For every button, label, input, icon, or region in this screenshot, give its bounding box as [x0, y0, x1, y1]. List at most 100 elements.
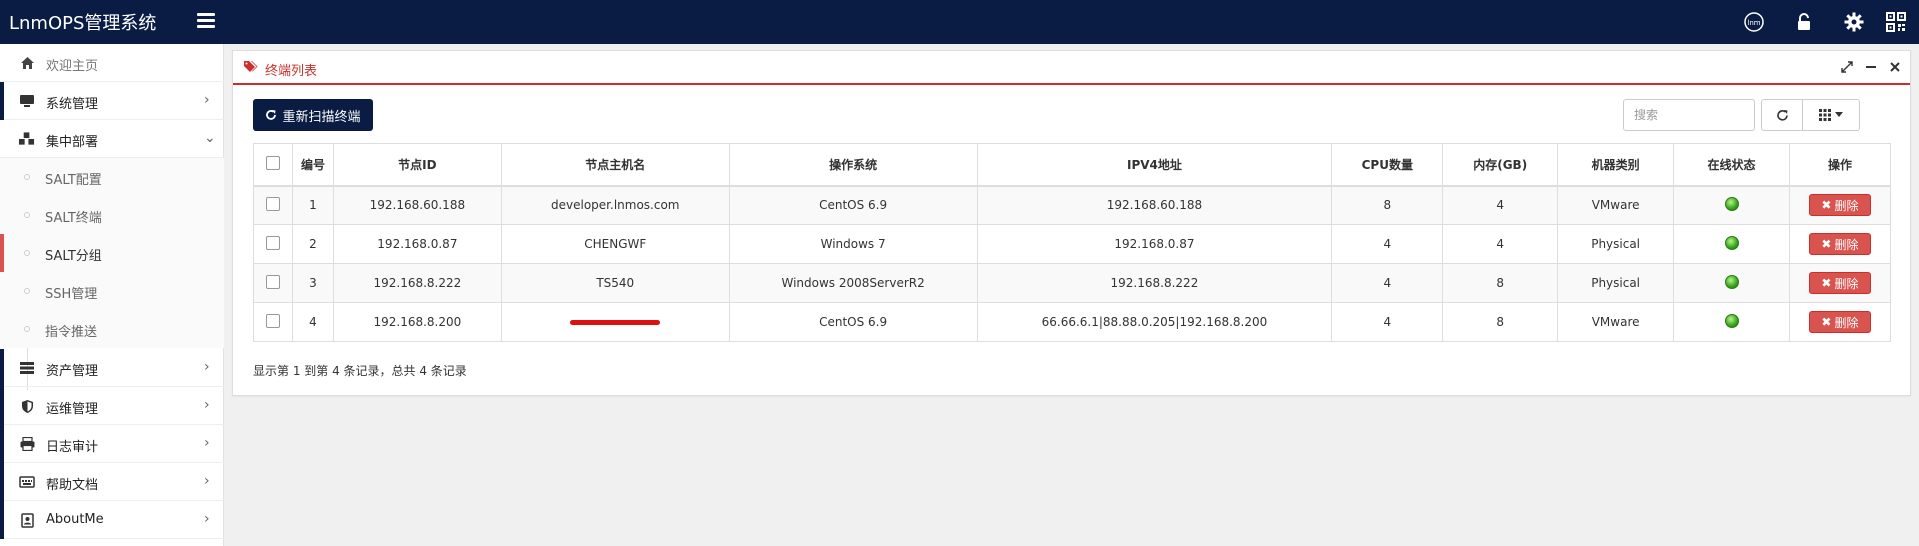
sidebar-subitem-salt-group[interactable]: SALT分组	[0, 234, 224, 272]
col-header-online-status[interactable]: 在线状态	[1673, 143, 1790, 187]
times-icon: ✖	[1821, 276, 1832, 290]
sidebar-subitem-ssh[interactable]: SSH管理	[0, 272, 224, 310]
chevron-right-icon: ›	[204, 511, 210, 527]
columns-icon	[1819, 109, 1831, 121]
minimize-icon[interactable]	[1864, 59, 1878, 75]
cell-actions: ✖ 删除	[1788, 185, 1892, 225]
cell-ipv4: 192.168.60.188	[976, 185, 1333, 225]
row-checkbox[interactable]	[265, 235, 280, 250]
terminal-table: 编号 节点ID 节点主机名 操作系统 IPV4地址 CPU数量 内存(GB) 机…	[253, 143, 1892, 342]
panel-header: 终端列表	[233, 51, 1910, 85]
sidebar-item-audit[interactable]: 日志审计 ›	[0, 425, 224, 463]
unlock-icon[interactable]	[1792, 10, 1816, 34]
cell-no: 2	[291, 224, 334, 264]
online-status-icon	[1724, 196, 1739, 211]
shield-icon	[19, 398, 35, 414]
sidebar-item-system[interactable]: 系统管理 ›	[0, 82, 224, 120]
cell-node-id: 192.168.60.188	[332, 185, 502, 225]
cell-cpu: 4	[1331, 224, 1444, 264]
cell-machine-type: VMware	[1557, 302, 1675, 342]
col-header-ipv4[interactable]: IPV4地址	[976, 143, 1333, 187]
qrcode-icon[interactable]	[1884, 10, 1908, 34]
sidebar-subitem-label: SALT分组	[45, 249, 102, 264]
close-icon[interactable]	[1888, 59, 1902, 75]
sidebar-subitem-label: SALT配置	[45, 173, 102, 188]
chevron-right-icon: ›	[204, 473, 210, 489]
sidebar-subitem-salt-terminal[interactable]: SALT终端	[0, 196, 224, 234]
sidebar-item-ops[interactable]: 运维管理 ›	[0, 387, 224, 425]
col-header-cpu[interactable]: CPU数量	[1331, 143, 1444, 187]
expand-icon[interactable]	[1840, 59, 1854, 75]
columns-toggle-button[interactable]	[1802, 99, 1860, 131]
delete-button[interactable]: ✖ 删除	[1808, 233, 1871, 255]
row-checkbox[interactable]	[265, 313, 280, 328]
col-header-memory[interactable]: 内存(GB)	[1442, 143, 1559, 187]
sidebar-item-home[interactable]: 欢迎主页	[0, 44, 224, 82]
col-header-machine-type[interactable]: 机器类别	[1557, 143, 1675, 187]
sidebar-subitem-label: 指令推送	[45, 325, 98, 340]
cell-os: Windows 2008ServerR2	[728, 263, 978, 303]
table-row: 4 192.168.8.200 CentOS 6.9 66.66.6.1|88.…	[253, 302, 1892, 342]
sidebar-item-deploy[interactable]: 集中部署 ⌄	[0, 120, 224, 158]
search-input[interactable]	[1623, 99, 1755, 131]
select-all-cell	[253, 143, 293, 187]
cell-cpu: 4	[1331, 263, 1444, 303]
gear-icon[interactable]	[1842, 10, 1866, 34]
cell-cpu: 4	[1331, 302, 1444, 342]
col-header-node-id[interactable]: 节点ID	[332, 143, 502, 187]
cell-node-id: 192.168.8.222	[332, 263, 502, 303]
cell-online-status	[1673, 302, 1790, 342]
cell-machine-type: VMware	[1557, 185, 1675, 225]
cell-online-status	[1673, 224, 1790, 264]
row-checkbox[interactable]	[265, 196, 280, 211]
caret-down-icon	[1835, 112, 1843, 117]
online-status-icon	[1724, 235, 1739, 250]
col-header-no[interactable]: 编号	[291, 143, 334, 187]
sidebar-subitem-label: SALT终端	[45, 211, 102, 226]
cell-actions: ✖ 删除	[1788, 302, 1892, 342]
cell-no: 3	[291, 263, 334, 303]
chevron-right-icon: ›	[204, 359, 210, 375]
cell-memory: 8	[1442, 263, 1559, 303]
cell-os: Windows 7	[728, 224, 978, 264]
cell-hostname: TS540	[500, 263, 730, 303]
cell-hostname	[500, 302, 730, 342]
col-header-hostname[interactable]: 节点主机名	[500, 143, 730, 187]
rescan-terminal-button[interactable]: 重新扫描终端	[253, 99, 373, 131]
table-row: 2 192.168.0.87 CHENGWF Windows 7 192.168…	[253, 224, 1892, 264]
delete-button[interactable]: ✖ 删除	[1808, 272, 1871, 294]
times-icon: ✖	[1821, 237, 1832, 251]
sidebar-item-label: 系统管理	[46, 97, 99, 112]
chevron-right-icon: ›	[204, 397, 210, 413]
sidebar-subitem-salt-config[interactable]: SALT配置	[0, 158, 224, 196]
pagination-summary: 显示第 1 到第 4 条记录，总共 4 条记录	[253, 364, 467, 378]
redacted-hostname	[570, 320, 661, 325]
sidebar-item-label: 日志审计	[46, 440, 99, 455]
online-status-icon	[1724, 274, 1739, 289]
table-row: 1 192.168.60.188 developer.lnmos.com Cen…	[253, 185, 1892, 225]
refresh-button[interactable]	[1761, 99, 1803, 131]
terminal-list-panel: 终端列表 重新扫描终端 编号	[232, 50, 1911, 396]
menu-toggle-icon[interactable]	[197, 13, 215, 29]
sidebar-item-aboutme[interactable]: AboutMe ›	[0, 501, 224, 539]
select-all-checkbox[interactable]	[265, 155, 280, 170]
tags-icon	[243, 60, 258, 74]
cell-machine-type: Physical	[1557, 263, 1675, 303]
sidebar-item-label: 运维管理	[46, 402, 99, 417]
col-header-os[interactable]: 操作系统	[728, 143, 978, 187]
home-icon	[19, 55, 35, 71]
chevron-right-icon: ›	[204, 435, 210, 451]
app-brand[interactable]: LnmOPS管理系统	[9, 9, 156, 35]
sidebar: 欢迎主页 系统管理 › 集中部署 ⌄ SALT配置 SALT终端 SALT分组 …	[0, 44, 224, 546]
logo-icon[interactable]: lnm	[1742, 10, 1766, 34]
contact-icon	[19, 512, 35, 528]
row-checkbox[interactable]	[265, 274, 280, 289]
delete-button[interactable]: ✖ 删除	[1808, 194, 1871, 217]
sidebar-item-help[interactable]: 帮助文档 ›	[0, 463, 224, 501]
svg-text:lnm: lnm	[1747, 19, 1760, 27]
sidebar-subitem-label: SSH管理	[45, 287, 98, 302]
sidebar-item-assets[interactable]: 资产管理 ›	[0, 349, 224, 387]
sidebar-subitem-command-push[interactable]: 指令推送	[0, 310, 224, 348]
delete-button[interactable]: ✖ 删除	[1808, 311, 1871, 333]
cell-node-id: 192.168.8.200	[332, 302, 502, 342]
